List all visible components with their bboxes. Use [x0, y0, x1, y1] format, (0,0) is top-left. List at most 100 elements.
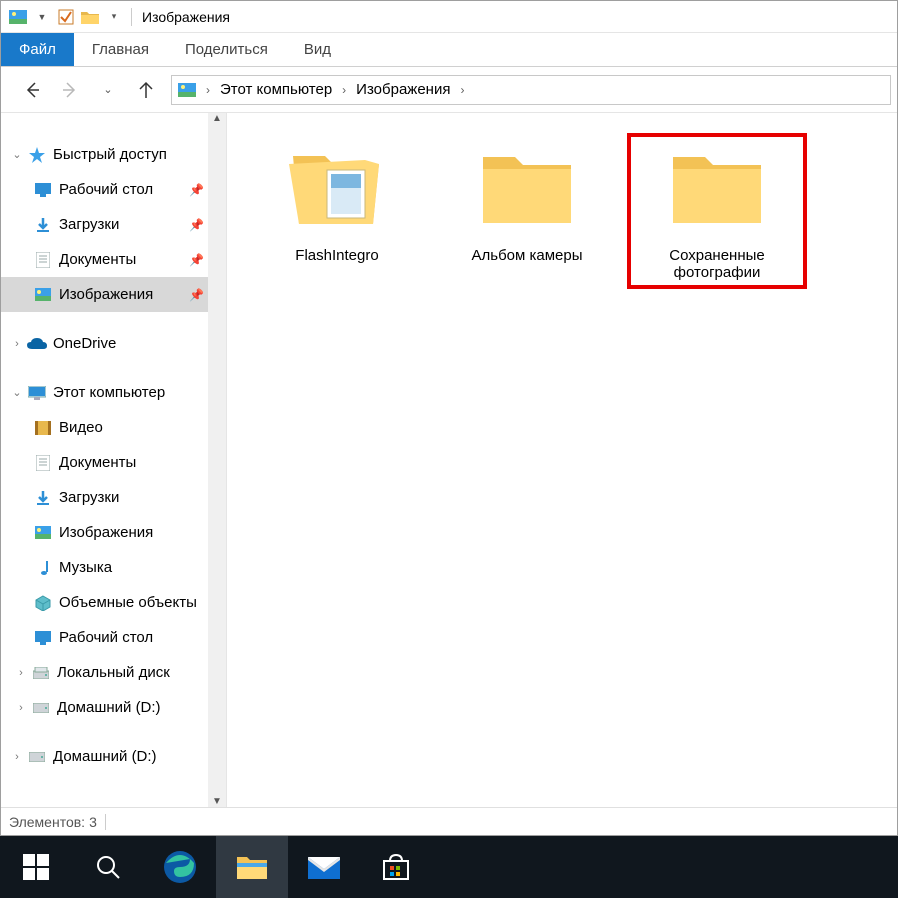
- recent-locations-button[interactable]: ⌄: [97, 79, 119, 101]
- pictures-icon: [33, 285, 53, 305]
- pin-icon: 📌: [189, 253, 204, 267]
- chevron-down-icon[interactable]: ⌄: [9, 148, 25, 161]
- nav-desktop[interactable]: Рабочий стол 📌: [1, 172, 226, 207]
- chevron-down-icon[interactable]: ▼: [31, 6, 53, 28]
- desktop-icon: [33, 628, 53, 648]
- status-count-value: 3: [89, 814, 97, 830]
- star-icon: [27, 145, 47, 165]
- nav-label: Музыка: [59, 559, 112, 576]
- tab-share[interactable]: Поделиться: [167, 33, 286, 66]
- download-icon: [33, 488, 53, 508]
- nav-3dobjects[interactable]: Объемные объекты: [1, 585, 226, 620]
- chevron-right-icon[interactable]: ›: [13, 667, 29, 679]
- nav-documents[interactable]: Документы 📌: [1, 242, 226, 277]
- nav-label: Рабочий стол: [59, 629, 153, 646]
- title-bar: ▼ ▾ Изображения: [1, 1, 897, 33]
- scroll-up-icon[interactable]: ▲: [212, 113, 222, 124]
- start-button[interactable]: [0, 836, 72, 898]
- pictures-icon: [176, 79, 198, 101]
- scroll-down-icon[interactable]: ▼: [212, 796, 222, 807]
- chevron-right-icon[interactable]: ›: [456, 83, 468, 97]
- pictures-icon: [33, 523, 53, 543]
- cloud-icon: [27, 334, 47, 354]
- nav-label: Объемные объекты: [59, 594, 197, 611]
- nav-pictures2[interactable]: Изображения: [1, 515, 226, 550]
- taskbar-store[interactable]: [360, 836, 432, 898]
- nav-label: Видео: [59, 419, 103, 436]
- chevron-right-icon[interactable]: ›: [13, 702, 29, 714]
- nav-pictures[interactable]: Изображения 📌: [1, 277, 226, 312]
- properties-icon[interactable]: [55, 6, 77, 28]
- up-button[interactable]: [135, 79, 157, 101]
- document-icon: [33, 250, 53, 270]
- status-count-label: Элементов:: [9, 814, 85, 830]
- nav-buttons: ⌄: [1, 79, 171, 101]
- cube-icon: [33, 593, 53, 613]
- breadcrumb-seg-label: Изображения: [350, 81, 456, 98]
- nav-local-disk[interactable]: › Локальный диск: [1, 655, 226, 690]
- breadcrumb-this-pc[interactable]: Этот компьютер ›: [214, 76, 350, 104]
- folder-content[interactable]: FlashIntegro Альбом камеры: [227, 113, 897, 807]
- drive-icon: [27, 747, 47, 767]
- chevron-right-icon[interactable]: ›: [9, 338, 25, 350]
- chevron-down-icon[interactable]: ⌄: [9, 386, 25, 399]
- nav-home-d[interactable]: › Домашний (D:): [1, 690, 226, 725]
- breadcrumb-pictures[interactable]: Изображения ›: [350, 76, 468, 104]
- separator: [131, 8, 132, 26]
- ribbon-tabs: Файл Главная Поделиться Вид: [1, 33, 897, 67]
- taskbar-mail[interactable]: [288, 836, 360, 898]
- search-button[interactable]: [72, 836, 144, 898]
- taskbar-edge[interactable]: [144, 836, 216, 898]
- window-title: Изображения: [138, 9, 230, 25]
- nav-label: Документы: [59, 454, 136, 471]
- nav-label: Изображения: [59, 524, 153, 541]
- tab-home[interactable]: Главная: [74, 33, 167, 66]
- folder-item-camera-album[interactable]: Альбом камеры: [437, 133, 617, 272]
- nav-label: Домашний (D:): [57, 699, 161, 716]
- nav-label: Быстрый доступ: [53, 146, 167, 163]
- nav-music[interactable]: Музыка: [1, 550, 226, 585]
- explorer-body: ⌄ Быстрый доступ Рабочий стол 📌 Загрузки…: [1, 113, 897, 807]
- nav-home-d-root[interactable]: › Домашний (D:): [1, 739, 226, 774]
- chevron-right-icon[interactable]: ›: [9, 751, 25, 763]
- explorer-window: ▼ ▾ Изображения Файл Главная Поделиться …: [0, 0, 898, 836]
- nav-label: Этот компьютер: [53, 384, 165, 401]
- qat-customize-icon[interactable]: ▾: [103, 6, 125, 28]
- back-button[interactable]: [21, 79, 43, 101]
- address-row: ⌄ › Этот компьютер › Изображения ›: [1, 67, 897, 113]
- pictures-library-icon[interactable]: [7, 6, 29, 28]
- chevron-right-icon[interactable]: ›: [338, 83, 350, 97]
- nav-label: Локальный диск: [57, 664, 170, 681]
- drive-icon: [31, 663, 51, 683]
- taskbar-explorer[interactable]: [216, 836, 288, 898]
- nav-downloads[interactable]: Загрузки 📌: [1, 207, 226, 242]
- tab-file[interactable]: Файл: [1, 33, 74, 66]
- nav-downloads2[interactable]: Загрузки: [1, 480, 226, 515]
- folder-item-flashintegro[interactable]: FlashIntegro: [247, 133, 427, 272]
- nav-label: OneDrive: [53, 335, 116, 352]
- document-icon: [33, 453, 53, 473]
- nav-label: Загрузки: [59, 216, 119, 233]
- nav-desktop2[interactable]: Рабочий стол: [1, 620, 226, 655]
- nav-scrollbar[interactable]: ▲ ▼: [208, 113, 226, 807]
- folder-icon: [477, 139, 577, 239]
- navigation-pane: ⌄ Быстрый доступ Рабочий стол 📌 Загрузки…: [1, 113, 227, 807]
- folder-icon: [667, 139, 767, 239]
- forward-button[interactable]: [59, 79, 81, 101]
- nav-onedrive[interactable]: › OneDrive: [1, 326, 226, 361]
- nav-label: Документы: [59, 251, 136, 268]
- nav-documents2[interactable]: Документы: [1, 445, 226, 480]
- nav-label: Домашний (D:): [53, 748, 157, 765]
- nav-tree: ⌄ Быстрый доступ Рабочий стол 📌 Загрузки…: [1, 137, 226, 774]
- new-folder-icon[interactable]: [79, 6, 101, 28]
- nav-this-pc[interactable]: ⌄ Этот компьютер: [1, 375, 226, 410]
- address-bar[interactable]: › Этот компьютер › Изображения ›: [171, 75, 891, 105]
- folder-item-saved-photos[interactable]: Сохраненные фотографии: [627, 133, 807, 289]
- nav-label: Рабочий стол: [59, 181, 153, 198]
- tab-view[interactable]: Вид: [286, 33, 349, 66]
- separator: [105, 814, 106, 830]
- nav-quick-access[interactable]: ⌄ Быстрый доступ: [1, 137, 226, 172]
- nav-videos[interactable]: Видео: [1, 410, 226, 445]
- breadcrumb-root-chevron[interactable]: ›: [202, 76, 214, 104]
- pin-icon: 📌: [189, 218, 204, 232]
